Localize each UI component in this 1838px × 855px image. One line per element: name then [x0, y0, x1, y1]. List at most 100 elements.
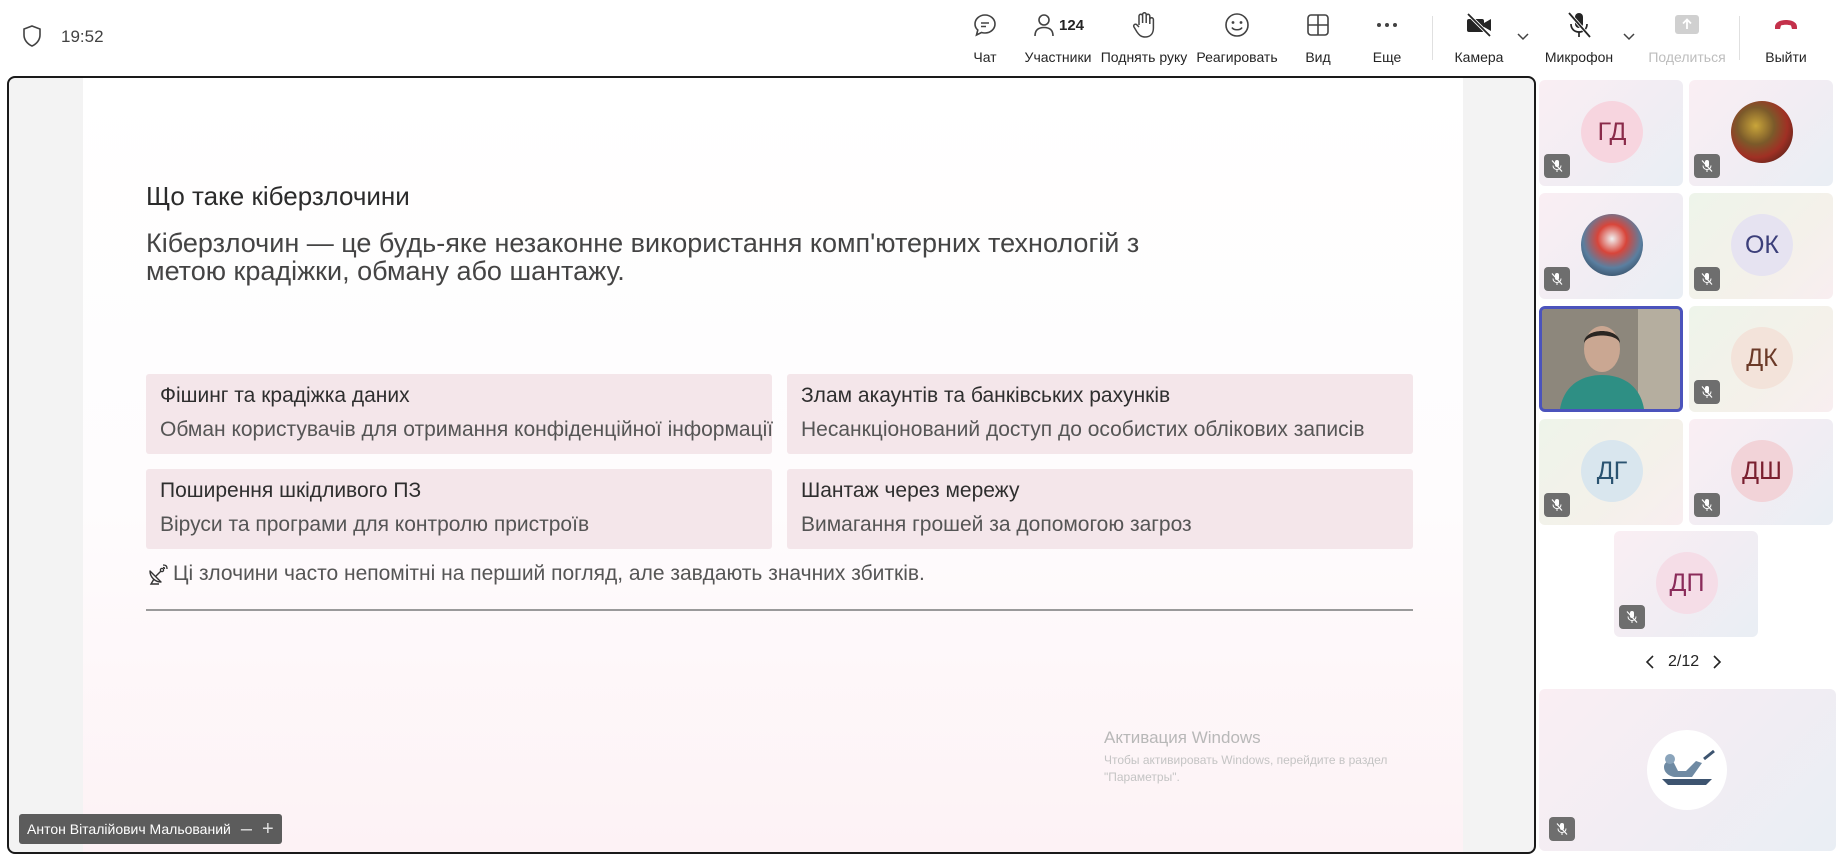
shared-screen-stage: Що таке кіберзлочини Кіберзлочин — це бу… — [7, 76, 1536, 854]
slide-title: Що таке кіберзлочини — [146, 181, 410, 211]
react-label: Реагировать — [1196, 49, 1278, 65]
mic-off-icon — [1551, 499, 1563, 511]
microphone-options-chevron-icon[interactable] — [1621, 28, 1637, 44]
info-card: Фішинг та крадіжка даних Обман користува… — [146, 374, 774, 454]
participant-tile[interactable]: ДП — [1614, 531, 1758, 637]
participants-label: Участники — [1024, 49, 1092, 65]
slide-divider — [146, 609, 1413, 611]
participant-tile[interactable]: ГД — [1539, 80, 1683, 186]
avatar: ГД — [1581, 101, 1643, 163]
raise-hand-button[interactable]: Поднять руку — [1101, 10, 1187, 66]
info-card: Злам акаунтів та банківських рахунків Не… — [787, 374, 1413, 454]
person-icon — [1034, 14, 1054, 37]
more-icon — [1377, 23, 1397, 27]
more-label: Еще — [1372, 49, 1402, 65]
participant-tile[interactable]: ДГ — [1539, 419, 1683, 525]
card-body: Віруси та програми для контролю пристрої… — [160, 513, 590, 536]
participant-tile[interactable] — [1539, 193, 1683, 299]
avatar: ДК — [1731, 327, 1793, 389]
avatar: ОК — [1731, 214, 1793, 276]
meeting-toolbar: 19:52 Чат 124 Участники Поднять руку Реа… — [0, 0, 1838, 74]
card-heading: Фішинг та крадіжка даних — [160, 384, 410, 407]
mic-muted-badge — [1544, 267, 1570, 291]
sculpture-avatar-icon — [1662, 749, 1715, 785]
microphone-label: Микрофон — [1544, 49, 1614, 65]
card-body: Обман користувачів для отримання конфіде… — [160, 418, 774, 441]
avatar: ДГ — [1581, 440, 1643, 502]
zoom-in-icon[interactable]: + — [262, 819, 274, 839]
mic-muted-badge — [1619, 605, 1645, 629]
leave-button[interactable]: Выйти — [1765, 10, 1807, 66]
participant-tile[interactable]: ДШ — [1689, 419, 1833, 525]
mic-muted-badge — [1544, 154, 1570, 178]
raise-hand-label: Поднять руку — [1100, 49, 1188, 65]
chat-icon — [974, 14, 996, 37]
participant-tile[interactable]: ДК — [1689, 306, 1833, 412]
slide-note: Ці злочини часто непомітні на перший пог… — [146, 562, 925, 586]
hand-icon — [1132, 11, 1155, 38]
info-card: Шантаж через мережу Вимагання грошей за … — [787, 469, 1413, 549]
card-body: Несанкціонований доступ до особистих обл… — [801, 418, 1365, 441]
microphone-button[interactable]: Микрофон — [1542, 10, 1616, 66]
windows-activation-title: Активация Windows — [1104, 728, 1261, 747]
camera-button[interactable]: Камера — [1454, 10, 1504, 66]
video-feed — [1542, 309, 1680, 409]
presentation-slide: Що таке кіберзлочини Кіберзлочин — це бу… — [83, 78, 1463, 852]
card-body: Вимагання грошей за допомогою загроз — [801, 513, 1192, 536]
toolbar-divider — [1432, 16, 1433, 60]
mic-muted-badge — [1549, 817, 1575, 841]
hang-up-icon — [1775, 20, 1797, 29]
card-heading: Злам акаунтів та банківських рахунків — [801, 384, 1171, 407]
previous-page-chevron-icon[interactable] — [1640, 652, 1660, 672]
gallery-pager: 2/12 — [1640, 652, 1727, 672]
note-text: Ці злочини часто непомітні на перший пог… — [173, 562, 925, 585]
view-label: Вид — [1305, 49, 1331, 65]
participant-tile[interactable] — [1689, 80, 1833, 186]
chat-label: Чат — [973, 49, 997, 65]
self-view-tile[interactable] — [1539, 689, 1836, 851]
chat-button[interactable]: Чат — [968, 10, 1002, 66]
share-icon — [1675, 15, 1699, 34]
presenter-name: Антон Віталійович Мальований — [27, 821, 231, 837]
slide-subtitle: Кіберзлочин — це будь-яке незаконне вико… — [146, 228, 1140, 286]
mic-off-icon — [1701, 273, 1713, 285]
avatar — [1581, 214, 1643, 276]
share-button[interactable]: Поделиться — [1648, 10, 1726, 66]
camera-off-icon — [1466, 12, 1492, 38]
leave-label: Выйти — [1765, 49, 1807, 65]
satellite-dish-icon — [149, 564, 168, 585]
view-button[interactable]: Вид — [1303, 10, 1333, 66]
mic-off-icon — [1701, 386, 1713, 398]
react-button[interactable]: Реагировать — [1196, 10, 1278, 66]
mic-muted-badge — [1694, 267, 1720, 291]
mic-muted-badge — [1544, 493, 1570, 517]
camera-label: Камера — [1454, 49, 1504, 65]
participants-button[interactable]: 124 Участники — [1022, 10, 1094, 66]
mic-muted-badge — [1694, 154, 1720, 178]
windows-activation-text: Чтобы активировать Windows, перейдите в … — [1104, 753, 1388, 784]
presenter-name-tag: Антон Віталійович Мальований – + — [19, 814, 282, 844]
mic-muted-badge — [1694, 493, 1720, 517]
smiley-icon — [1225, 13, 1249, 37]
more-button[interactable]: Еще — [1373, 10, 1401, 66]
participant-tile[interactable]: ОК — [1689, 193, 1833, 299]
next-page-chevron-icon[interactable] — [1707, 652, 1727, 672]
mic-off-icon — [1626, 611, 1638, 623]
mic-muted-badge — [1694, 380, 1720, 404]
mic-off-icon — [1567, 11, 1592, 39]
mic-off-icon — [1551, 160, 1563, 172]
mic-off-icon — [1556, 823, 1568, 835]
zoom-out-icon[interactable]: – — [241, 819, 252, 839]
avatar — [1731, 101, 1793, 163]
camera-options-chevron-icon[interactable] — [1515, 28, 1531, 44]
participant-tile-video[interactable] — [1539, 306, 1683, 412]
toolbar-divider — [1739, 16, 1740, 60]
gallery-page-indicator: 2/12 — [1668, 653, 1700, 670]
share-label: Поделиться — [1648, 49, 1726, 65]
shield-icon — [23, 25, 41, 47]
mic-off-icon — [1551, 273, 1563, 285]
card-heading: Шантаж через мережу — [801, 479, 1020, 502]
self-avatar — [1647, 730, 1727, 810]
meeting-timer: 19:52 — [61, 27, 104, 46]
participants-count: 124 — [1058, 16, 1085, 34]
